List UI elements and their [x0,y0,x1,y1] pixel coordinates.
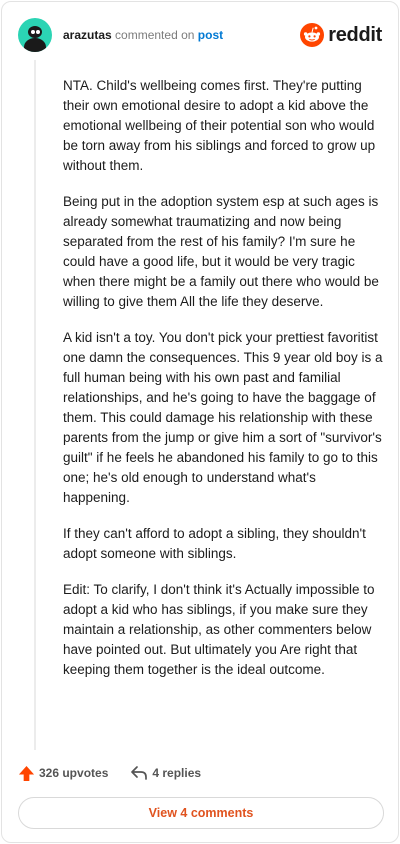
comment-paragraph: A kid isn't a toy. You don't pick your p… [63,330,383,505]
replies-count: 4 replies [152,766,202,780]
comment-actions: 326 upvotes 4 replies [18,762,201,784]
view-comments-button[interactable]: View 4 comments [18,797,384,829]
reddit-logo-icon [300,23,325,47]
comment-header: arazutas commented on post reddit [18,18,382,52]
replies-button[interactable]: 4 replies [130,765,201,781]
reddit-brand[interactable]: reddit [300,22,382,48]
comment-paragraph: Edit: To clarify, I don't think it's Act… [63,582,375,677]
avatar-eye-left [31,30,35,34]
comment-paragraph: NTA. Child's wellbeing comes first. They… [63,78,376,173]
upvote-button[interactable]: 326 upvotes [18,765,108,782]
upvote-count: 326 upvotes [39,766,109,780]
comment-paragraph: If they can't afford to adopt a sibling,… [63,526,366,561]
comment-paragraph: Being put in the adoption system esp at … [63,194,379,309]
avatar-body-shape [24,38,46,52]
upvote-arrow-icon [18,765,35,781]
brand-wordmark: reddit [328,23,382,46]
action-text: commented on [115,28,195,42]
post-link[interactable]: post [198,28,223,42]
thread-line[interactable] [34,60,36,750]
comment-body: NTA. Child's wellbeing comes first. They… [63,76,385,696]
reply-arrow-icon [131,766,148,780]
comment-meta: arazutas commented on post [63,27,223,43]
user-avatar[interactable] [18,18,52,52]
comment-card: arazutas commented on post reddit NTA. C… [1,1,399,843]
avatar-eye-right [36,30,40,34]
username-link[interactable]: arazutas [63,28,112,42]
